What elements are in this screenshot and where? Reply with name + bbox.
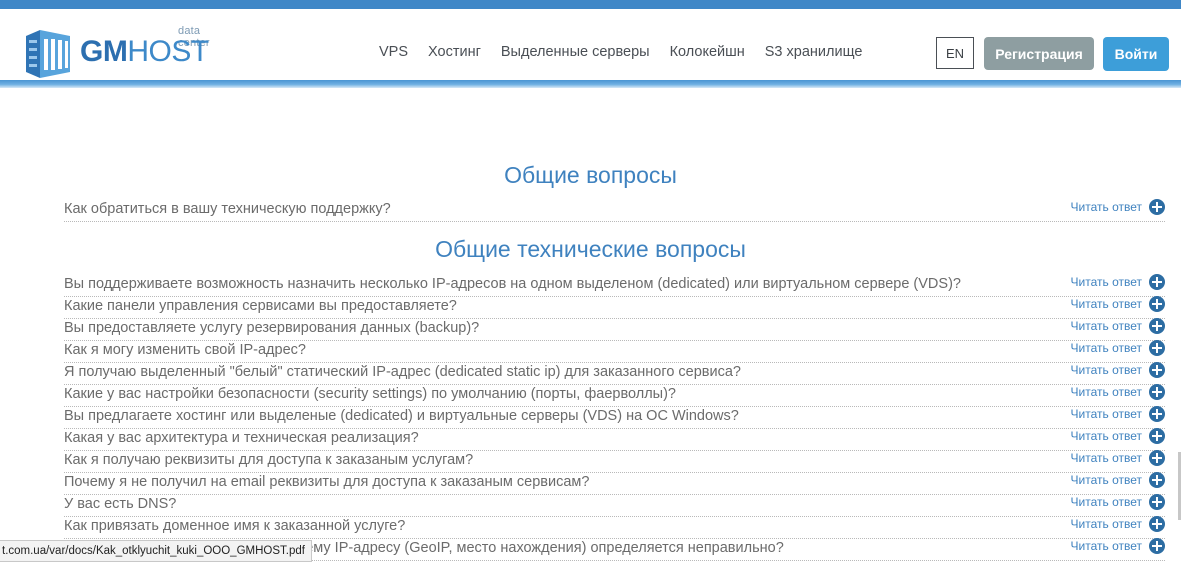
faq-item[interactable]: Я получаю выделенный "белый" статический… [64, 362, 1165, 385]
register-button[interactable]: Регистрация [984, 37, 1094, 70]
faq-question[interactable]: Какая у вас архитектура и техническая ре… [64, 430, 419, 446]
read-answer-label[interactable]: Читать ответ [1071, 275, 1142, 289]
read-answer-link[interactable]: Читать ответ [1071, 296, 1165, 312]
section-title: Общие вопросы [504, 162, 677, 188]
faq-question[interactable]: Почему я не получил на email реквизиты д… [64, 474, 589, 490]
faq-question[interactable]: Как я могу изменить свой IP-адрес? [64, 342, 306, 358]
read-answer-link[interactable]: Читать ответ [1071, 516, 1165, 532]
faq-item[interactable]: Как я получаю реквизиты для доступа к за… [64, 450, 1165, 473]
faq-question[interactable]: Как обратиться в вашу техническую поддер… [64, 201, 391, 217]
read-answer-label[interactable]: Читать ответ [1071, 200, 1142, 214]
language-button[interactable]: EN [936, 37, 974, 69]
plus-circle-icon[interactable] [1149, 318, 1165, 334]
plus-circle-icon[interactable] [1149, 340, 1165, 356]
read-answer-label[interactable]: Читать ответ [1071, 451, 1142, 465]
plus-circle-icon[interactable] [1149, 362, 1165, 378]
read-answer-link[interactable]: Читать ответ [1071, 340, 1165, 356]
nav-dedicated-servers[interactable]: Выделенные серверы [501, 44, 650, 60]
plus-circle-icon[interactable] [1149, 494, 1165, 510]
site-header: data center GMHOST VPS Хостинг Выделенны… [0, 9, 1181, 80]
faq-question[interactable]: Вы предоставляете услугу резервирования … [64, 320, 479, 336]
logo-gm: GM [80, 35, 128, 68]
nav-vps[interactable]: VPS [379, 44, 408, 60]
faq-item[interactable]: Почему я не получил на email реквизиты д… [64, 472, 1165, 495]
plus-circle-icon[interactable] [1149, 199, 1165, 215]
read-answer-label[interactable]: Читать ответ [1071, 495, 1142, 509]
status-bar-url: t.com.ua/var/docs/Kak_otklyuchit_kuki_OO… [0, 540, 312, 562]
read-answer-label[interactable]: Читать ответ [1071, 363, 1142, 377]
faq-item[interactable]: Как обратиться в вашу техническую поддер… [64, 199, 1165, 222]
plus-circle-icon[interactable] [1149, 516, 1165, 532]
logo[interactable]: data center GMHOST [26, 19, 216, 83]
faq-item[interactable]: Какие панели управления сервисами вы пре… [64, 296, 1165, 319]
faq-item[interactable]: Вы поддерживаете возможность назначить н… [64, 274, 1165, 297]
top-accent-strip [0, 0, 1181, 9]
header-bottom-bar [0, 80, 1181, 88]
read-answer-link[interactable]: Читать ответ [1071, 406, 1165, 422]
read-answer-label[interactable]: Читать ответ [1071, 341, 1142, 355]
plus-circle-icon[interactable] [1149, 538, 1165, 554]
nav-hosting[interactable]: Хостинг [428, 44, 481, 60]
faq-question[interactable]: Я получаю выделенный "белый" статический… [64, 364, 741, 380]
read-answer-link[interactable]: Читать ответ [1071, 274, 1165, 290]
read-answer-label[interactable]: Читать ответ [1071, 297, 1142, 311]
faq-item[interactable]: Какая у вас архитектура и техническая ре… [64, 428, 1165, 451]
plus-circle-icon[interactable] [1149, 274, 1165, 290]
read-answer-label[interactable]: Читать ответ [1071, 319, 1142, 333]
read-answer-link[interactable]: Читать ответ [1071, 199, 1165, 215]
faq-question[interactable]: Какие панели управления сервисами вы пре… [64, 298, 457, 314]
faq-question[interactable]: Как привязать доменное имя к заказанной … [64, 518, 405, 534]
faq-question[interactable]: Какие у вас настройки безопасности (secu… [64, 386, 676, 402]
plus-circle-icon[interactable] [1149, 450, 1165, 466]
faq-item[interactable]: Как привязать доменное имя к заказанной … [64, 516, 1165, 539]
plus-circle-icon[interactable] [1149, 406, 1165, 422]
faq-item[interactable]: Как я могу изменить свой IP-адрес? Читать… [64, 340, 1165, 363]
logo-wordmark: GMHOST [80, 35, 209, 69]
plus-circle-icon[interactable] [1149, 472, 1165, 488]
read-answer-label[interactable]: Читать ответ [1071, 473, 1142, 487]
faq-question[interactable]: У вас есть DNS? [64, 496, 176, 512]
read-answer-link[interactable]: Читать ответ [1071, 384, 1165, 400]
read-answer-link[interactable]: Читать ответ [1071, 450, 1165, 466]
faq-item[interactable]: Вы предоставляете услугу резервирования … [64, 318, 1165, 341]
logo-host: HOST [127, 35, 209, 68]
faq-question[interactable]: Вы поддерживаете возможность назначить н… [64, 276, 961, 292]
faq-item[interactable]: Какие у вас настройки безопасности (secu… [64, 384, 1165, 407]
plus-circle-icon[interactable] [1149, 384, 1165, 400]
main-nav: VPS Хостинг Выделенные серверы Колокейшн… [379, 37, 882, 67]
login-button[interactable]: Войти [1103, 37, 1169, 71]
faq-question[interactable]: Вы предлагаете хостинг или выделеные (de… [64, 408, 739, 424]
read-answer-label[interactable]: Читать ответ [1071, 517, 1142, 531]
plus-circle-icon[interactable] [1149, 296, 1165, 312]
read-answer-label[interactable]: Читать ответ [1071, 407, 1142, 421]
read-answer-link[interactable]: Читать ответ [1071, 428, 1165, 444]
read-answer-link[interactable]: Читать ответ [1071, 318, 1165, 334]
read-answer-link[interactable]: Читать ответ [1071, 494, 1165, 510]
read-answer-label[interactable]: Читать ответ [1071, 539, 1142, 553]
faq-question[interactable]: Как я получаю реквизиты для доступа к за… [64, 452, 473, 468]
read-answer-label[interactable]: Читать ответ [1071, 385, 1142, 399]
read-answer-link[interactable]: Читать ответ [1071, 362, 1165, 378]
nav-s3-storage[interactable]: S3 хранилище [765, 44, 863, 60]
nav-colocation[interactable]: Колокейшн [670, 44, 745, 60]
read-answer-link[interactable]: Читать ответ [1071, 538, 1165, 554]
server-rack-icon [26, 30, 70, 78]
read-answer-link[interactable]: Читать ответ [1071, 472, 1165, 488]
faq-item[interactable]: Вы предлагаете хостинг или выделеные (de… [64, 406, 1165, 429]
section-title: Общие технические вопросы [435, 236, 746, 262]
read-answer-label[interactable]: Читать ответ [1071, 429, 1142, 443]
plus-circle-icon[interactable] [1149, 428, 1165, 444]
faq-item[interactable]: У вас есть DNS? Читать ответ [64, 494, 1165, 517]
